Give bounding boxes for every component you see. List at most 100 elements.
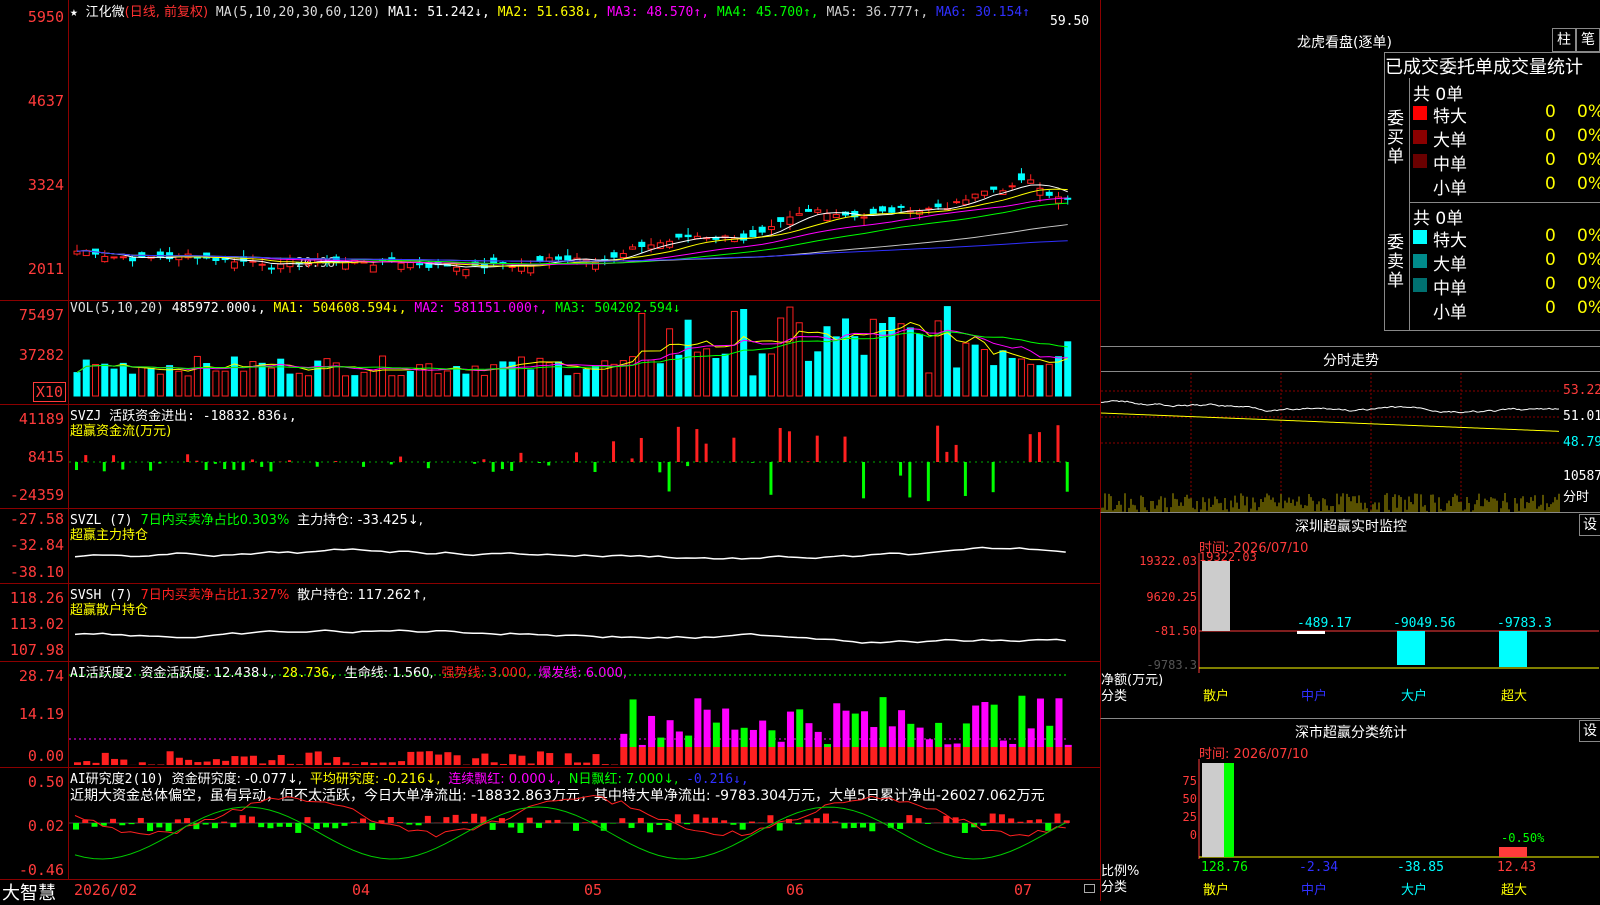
activity-bar	[944, 744, 951, 747]
research-bar	[342, 823, 348, 826]
svzj-panel[interactable]: 41189 8415 -24359 SVZJ 活跃资金进出: -18832.83…	[0, 404, 1100, 509]
bar-mode-button[interactable]: 柱	[1552, 28, 1576, 52]
volume-bar	[685, 320, 691, 396]
volume-bar	[870, 319, 876, 396]
volume-panel[interactable]: 75497 37282 X10 VOL(5,10,20) 485972.000↓…	[0, 300, 1100, 405]
research-bar	[212, 823, 218, 828]
activity-base-bar	[352, 764, 359, 765]
activity-base-bar	[639, 747, 646, 765]
research-bar	[730, 823, 736, 825]
activity-base-bar	[83, 761, 90, 765]
research-bar	[1036, 819, 1042, 823]
activity-bar	[870, 727, 877, 747]
activity-base-bar	[305, 753, 312, 765]
volume-bar	[657, 364, 663, 396]
ai-research-chart[interactable]	[69, 767, 1100, 879]
y-tick: 75497	[19, 306, 64, 324]
research-bar	[545, 820, 551, 823]
svsh-panel[interactable]: 118.26 113.02 107.98 SVSH (7) 7日内买卖净占比1.…	[0, 583, 1100, 662]
activity-base-bar	[213, 759, 220, 765]
activity-base-bar	[491, 762, 498, 765]
volume-bar	[1000, 351, 1006, 396]
activity-base-bar	[574, 762, 581, 765]
activity-base-bar	[583, 763, 590, 765]
x-axis-bar: 大智慧 2026/02 04 05 06 07	[0, 879, 1100, 900]
flow-bar	[844, 437, 847, 462]
kline-chart[interactable]	[69, 0, 1100, 300]
svzj-chart[interactable]	[69, 404, 1100, 508]
flow-bar	[1038, 432, 1041, 462]
flow-bar	[908, 462, 911, 497]
activity-bar	[768, 730, 775, 747]
flow-bar	[510, 462, 513, 471]
avg-price-line	[1101, 413, 1559, 431]
research-bar	[573, 823, 579, 831]
activity-bar	[1055, 698, 1062, 747]
lock-icon[interactable]	[1084, 884, 1095, 893]
research-red-line	[75, 796, 1066, 837]
monitor-cat: 超大	[1501, 685, 1527, 704]
kline-panel[interactable]: 5950 4637 3324 2011 ★ 江化微(日线, 前复权) MA(5,…	[0, 0, 1100, 301]
monitor-x-label: 分类	[1101, 685, 1127, 704]
volume-bar	[389, 376, 395, 396]
buy-row-swatch	[1413, 130, 1427, 144]
y-tick: 5950	[28, 8, 64, 26]
volume-bar	[305, 376, 311, 396]
volume-bar	[944, 307, 950, 396]
candle	[926, 208, 932, 209]
research-bar	[740, 823, 746, 830]
fenshi-y-tick: 51.01	[1563, 409, 1600, 424]
volume-bar	[222, 371, 228, 396]
activity-bar	[1046, 726, 1053, 747]
buy-row-v: 0	[1545, 174, 1556, 194]
fenshi-panel[interactable]: 分时走势 53.22 51.01 48.79 10587 分时	[1100, 346, 1600, 513]
volume-bar	[565, 376, 571, 396]
ai-activity-panel[interactable]: 28.74 14.19 0.00 AI活跃度2 资金活跃度: 12.438↓, …	[0, 661, 1100, 768]
tick-mode-button[interactable]: 笔	[1576, 28, 1600, 52]
flow-bar	[316, 462, 319, 467]
svsh-chart[interactable]	[69, 583, 1100, 661]
y-tick: 4637	[28, 92, 64, 110]
research-bar	[804, 820, 810, 823]
research-bar	[1017, 822, 1023, 823]
activity-base-bar	[870, 747, 877, 765]
main-hold-line	[75, 547, 1066, 559]
research-bar	[675, 814, 681, 823]
volume-bar	[241, 371, 247, 396]
research-bar	[304, 817, 310, 823]
classify-value: 12.43	[1497, 860, 1536, 875]
volume-chart[interactable]	[69, 300, 1100, 404]
volume-bar	[83, 360, 89, 396]
fenshi-chart[interactable]	[1101, 373, 1561, 513]
activity-base-bar	[602, 764, 609, 765]
ai-activity-chart[interactable]	[69, 661, 1100, 767]
candle	[805, 209, 811, 211]
flow-bar	[788, 431, 791, 462]
y-tick: 28.74	[19, 667, 64, 685]
sell-row-label: 中单	[1433, 274, 1467, 299]
longhu-tab[interactable]: 已成交委托单成交量统计	[1384, 52, 1600, 79]
classify-cat: 超大	[1501, 879, 1527, 898]
x-tick: 2026/02	[74, 881, 137, 899]
volume-bar	[454, 367, 460, 396]
activity-bar	[787, 712, 794, 747]
sell-row-p: 0%	[1577, 226, 1600, 246]
svzl-chart[interactable]	[69, 508, 1100, 583]
classify-panel[interactable]: 深市超赢分类统计 设 时间: 2026/07/10 7550250 -0.50%…	[1100, 718, 1600, 901]
volume-bar	[333, 363, 339, 396]
sell-row-swatch	[1413, 254, 1427, 268]
classify-pct-label: -0.50%	[1501, 831, 1544, 845]
research-bar	[184, 818, 190, 823]
candle	[963, 200, 969, 204]
y-tick: 0.00	[28, 747, 64, 765]
candle	[417, 264, 423, 265]
monitor-panel[interactable]: 深圳超赢实时监控 设 时间: 2026/07/10 19322.03 19322…	[1100, 512, 1600, 719]
flow-bar	[945, 452, 948, 462]
ai-research-panel[interactable]: 0.50 0.02 -0.46 AI研究度2(10) 资金研究度: -0.077…	[0, 767, 1100, 880]
svzj-y-axis: 41189 8415 -24359	[0, 404, 69, 508]
activity-base-bar	[815, 747, 822, 765]
svzl-panel[interactable]: -27.58 -32.84 -38.10 SVZL (7) 7日内买卖净占比0.…	[0, 508, 1100, 584]
activity-bar	[935, 723, 942, 747]
research-bar	[443, 817, 449, 823]
ma-line	[77, 225, 1068, 262]
